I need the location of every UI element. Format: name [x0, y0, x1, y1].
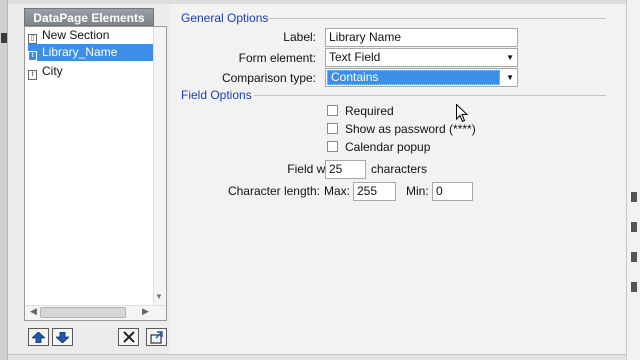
calendar-label: Calendar popup	[345, 140, 431, 154]
insert-icon	[149, 330, 163, 344]
window-bottom-edge	[8, 354, 626, 360]
field-options-heading: Field Options	[181, 88, 252, 102]
tree-item-label: Library_Name	[42, 45, 118, 59]
background-marker	[631, 282, 637, 292]
required-label: Required	[345, 104, 394, 118]
min-caption: Min:	[406, 184, 429, 198]
tree-item-city[interactable]: t City	[28, 63, 63, 80]
tree-item-library-name[interactable]: t Library_Name	[28, 44, 154, 61]
dropdown-arrow-icon: ▼	[506, 53, 514, 62]
background-marker	[631, 252, 637, 262]
move-up-button[interactable]	[28, 328, 49, 346]
background-window-edge-right	[626, 0, 640, 360]
comparison-type-value: Contains	[331, 70, 379, 84]
background-marker	[631, 192, 637, 202]
calendar-checkbox[interactable]	[327, 141, 338, 152]
tree-item-new-section[interactable]: ▯ New Section	[28, 27, 109, 44]
background-marker	[631, 222, 637, 232]
delete-button[interactable]	[118, 328, 139, 346]
dropdown-arrow-icon: ▼	[506, 73, 514, 82]
move-down-button[interactable]	[52, 328, 73, 346]
panel-title: DataPage Elements	[24, 8, 154, 26]
max-caption: Max:	[324, 184, 351, 198]
label-caption: Label:	[283, 30, 316, 44]
form-element-value: Text Field	[329, 50, 381, 64]
field-width-unit: characters	[371, 162, 428, 176]
mouse-cursor-icon	[456, 104, 468, 123]
label-input[interactable]: Library Name	[325, 28, 518, 47]
form-element-select[interactable]: Text Field ▼	[325, 48, 518, 67]
section-divider	[268, 18, 606, 19]
tree-item-label: City	[42, 64, 63, 78]
comparison-type-caption: Comparison type:	[221, 71, 316, 85]
horizontal-scroll-thumb[interactable]	[40, 307, 126, 318]
arrow-up-icon	[32, 331, 45, 343]
text-field-icon: t	[28, 51, 37, 61]
scroll-right-arrow-icon[interactable]: ▶	[142, 306, 149, 317]
text-field-icon: t	[28, 70, 37, 80]
scroll-down-arrow-icon[interactable]: ▼	[155, 292, 163, 301]
insert-button[interactable]	[146, 328, 167, 346]
field-width-input[interactable]: 25	[325, 160, 366, 179]
general-options-heading: General Options	[181, 11, 269, 25]
section-icon: ▯	[28, 34, 37, 44]
required-checkbox[interactable]	[327, 105, 338, 116]
vertical-scrollbar[interactable]	[153, 27, 166, 305]
form-element-caption: Form element:	[238, 51, 316, 65]
max-length-input[interactable]: 255	[353, 182, 396, 201]
scroll-left-arrow-icon[interactable]: ◀	[30, 306, 37, 317]
elements-tree[interactable]: ▯ New Section t Library_Name t City	[24, 26, 167, 321]
tree-item-label: New Section	[42, 28, 110, 42]
comparison-type-select[interactable]: Contains ▼	[325, 68, 518, 87]
section-divider	[254, 95, 606, 96]
background-window-edge	[0, 0, 8, 360]
password-checkbox[interactable]	[327, 123, 338, 134]
password-label: Show as password (****)	[345, 122, 476, 136]
background-window-marker	[1, 33, 7, 43]
delete-x-icon	[122, 331, 135, 343]
arrow-down-icon	[56, 331, 69, 343]
character-length-caption: Character length:	[227, 184, 320, 198]
min-length-input[interactable]: 0	[432, 182, 473, 201]
